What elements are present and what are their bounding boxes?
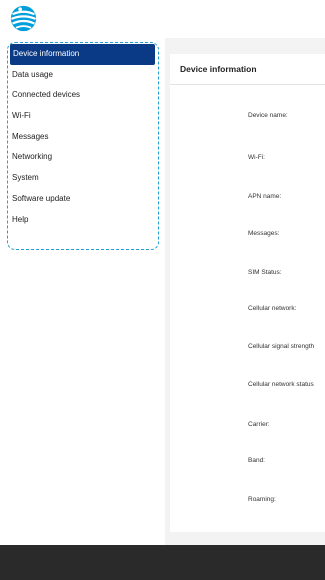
sidebar-item-data-usage[interactable]: Data usage [10,65,155,86]
att-globe-logo[interactable] [10,5,37,32]
field-label-apn-name: APN name: [248,193,282,200]
sidebar-item-help[interactable]: Help [10,210,155,231]
main-content: Device information Device name: Wi-Fi: A… [165,38,325,545]
field-label-wifi: Wi-Fi: [248,154,265,161]
device-info-card: Device information Device name: Wi-Fi: A… [170,54,325,532]
sidebar-item-networking[interactable]: Networking [10,147,155,168]
footer-bar [0,545,325,580]
field-label-sim-status: SIM Status: [248,269,282,276]
sidebar-menu: Device information Data usage Connected … [10,44,155,230]
field-label-cellular-signal-strength: Cellular signal strength [248,343,315,350]
field-label-carrier: Carrier: [248,421,270,428]
sidebar-item-software-update[interactable]: Software update [10,189,155,210]
card-header: Device information [170,54,325,85]
sidebar-item-connected-devices[interactable]: Connected devices [10,85,155,106]
field-label-cellular-network-status: Cellular network status [248,381,314,388]
field-label-cellular-network: Cellular network: [248,305,297,312]
field-label-roaming: Roaming: [248,496,276,503]
sidebar: Device information Data usage Connected … [0,38,165,545]
page-title: Device information [180,64,257,74]
app-root: Device information Data usage Connected … [0,0,325,580]
sidebar-item-wifi[interactable]: Wi-Fi [10,106,155,127]
sidebar-item-system[interactable]: System [10,168,155,189]
top-header [0,0,325,38]
sidebar-item-device-information[interactable]: Device information [10,44,155,65]
field-label-band: Band: [248,457,265,464]
field-label-messages: Messages: [248,230,280,237]
field-label-device-name: Device name: [248,112,288,119]
sidebar-item-messages[interactable]: Messages [10,127,155,148]
